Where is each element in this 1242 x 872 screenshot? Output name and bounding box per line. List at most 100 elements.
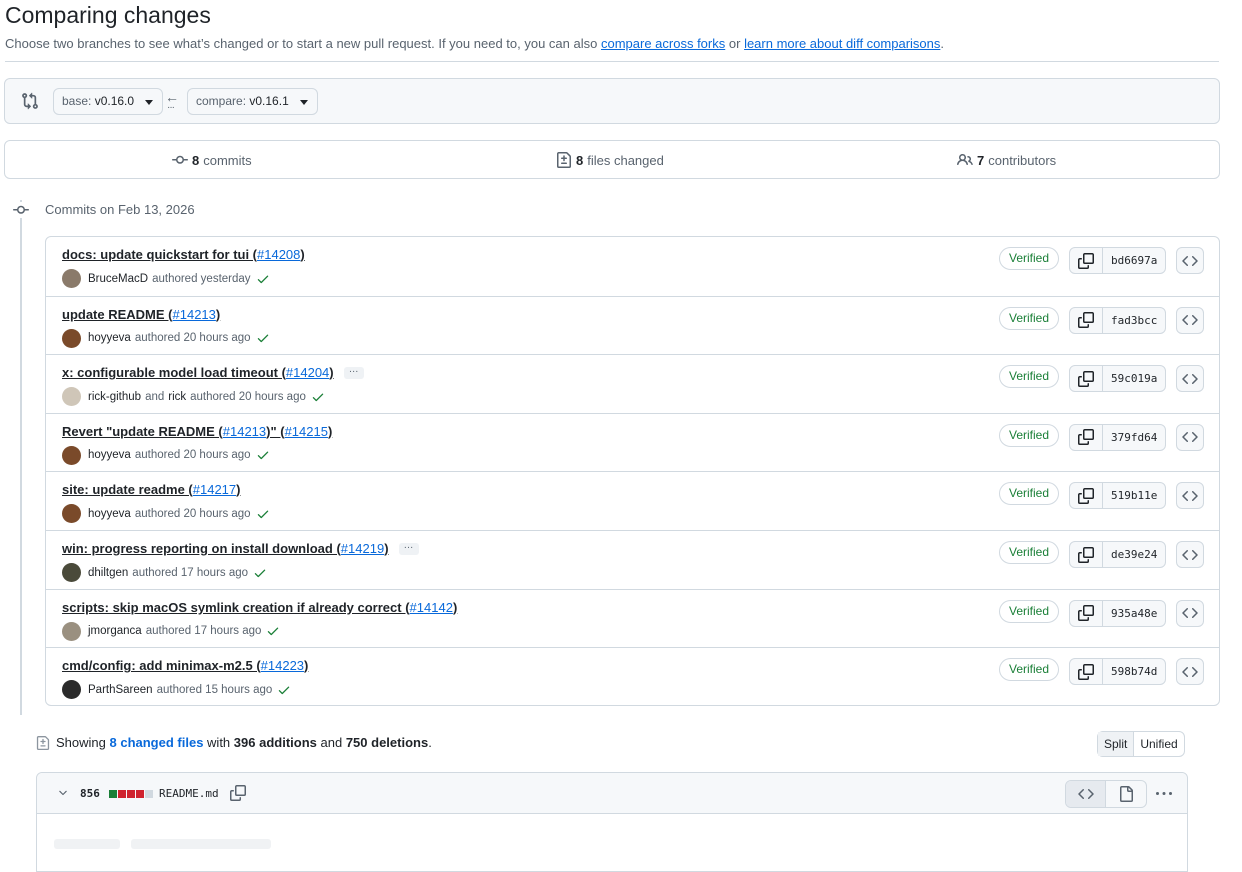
rich-view-button[interactable] <box>1106 781 1146 807</box>
copy-sha-button[interactable] <box>1070 542 1103 567</box>
expand-message-button[interactable]: … <box>398 540 419 555</box>
base-branch-select[interactable]: base: v0.16.0 <box>53 88 164 115</box>
pull-request-link[interactable]: #14215 <box>285 424 328 439</box>
copy-sha-button[interactable] <box>1070 424 1103 450</box>
avatar[interactable] <box>62 387 81 407</box>
verified-badge[interactable]: Verified <box>999 247 1060 270</box>
check-icon[interactable] <box>256 331 270 345</box>
base-label: base: <box>62 94 92 108</box>
verified-badge[interactable]: Verified <box>999 541 1060 564</box>
author-link[interactable]: hoyyeva <box>88 449 131 461</box>
unified-view-button[interactable]: Unified <box>1134 732 1183 756</box>
avatar[interactable] <box>62 680 81 700</box>
browse-repo-button[interactable] <box>1176 541 1204 568</box>
avatar[interactable] <box>62 328 81 348</box>
copy-sha-button[interactable] <box>1070 600 1103 626</box>
author-link[interactable]: rick-github <box>88 391 141 403</box>
avatar[interactable] <box>62 504 81 524</box>
commits-tab[interactable]: 8 commits <box>172 152 252 168</box>
copy-sha-button[interactable] <box>1070 659 1103 685</box>
commit-sha-group: 935a48e <box>1069 599 1167 627</box>
commit-sha-link[interactable]: 935a48e <box>1103 601 1165 626</box>
check-icon[interactable] <box>256 507 270 521</box>
browse-repo-button[interactable] <box>1176 423 1204 451</box>
chevron-down-icon[interactable] <box>57 787 69 799</box>
compare-summary: 8 commits 8 files changed 7 contributors <box>4 140 1220 179</box>
check-icon[interactable] <box>266 624 280 638</box>
commit-message-link[interactable]: scripts: skip macOS symlink creation if … <box>62 600 410 615</box>
author-link[interactable]: hoyyeva <box>88 508 131 520</box>
copy-sha-button[interactable] <box>1070 483 1103 509</box>
expand-message-button[interactable]: … <box>343 364 364 379</box>
pull-request-link[interactable]: #14217 <box>193 482 236 497</box>
verified-badge[interactable]: Verified <box>999 599 1060 623</box>
code-view-button[interactable] <box>1066 781 1106 807</box>
commit-row: scripts: skip macOS symlink creation if … <box>46 588 1219 647</box>
kebab-horizontal-icon[interactable] <box>1154 784 1174 804</box>
browse-repo-button[interactable] <box>1176 365 1204 393</box>
files-changed-tab[interactable]: 8 files changed <box>556 152 664 168</box>
browse-repo-button[interactable] <box>1176 247 1204 274</box>
browse-repo-button[interactable] <box>1176 482 1204 510</box>
commit-message-link[interactable]: site: update readme ( <box>62 482 193 497</box>
check-icon[interactable] <box>256 272 270 286</box>
author-link[interactable]: dhiltgen <box>88 567 128 579</box>
pull-request-link[interactable]: #14213 <box>173 307 216 322</box>
pull-request-link[interactable]: #14208 <box>257 247 300 262</box>
commit-sha-link[interactable]: 59c019a <box>1103 366 1165 391</box>
browse-repo-button[interactable] <box>1176 658 1204 686</box>
check-icon[interactable] <box>253 566 267 580</box>
copy-icon[interactable] <box>230 785 246 801</box>
verified-badge[interactable]: Verified <box>999 365 1060 389</box>
copy-sha-button[interactable] <box>1070 248 1103 273</box>
avatar[interactable] <box>62 563 81 582</box>
coauthor-link[interactable]: rick <box>168 391 186 403</box>
commit-sha-link[interactable]: 598b74d <box>1103 659 1165 684</box>
split-view-button[interactable]: Split <box>1098 732 1135 756</box>
file-diff-icon <box>36 735 50 750</box>
pull-request-link[interactable]: #14204 <box>286 365 329 380</box>
commit-message-link[interactable]: )" ( <box>266 424 284 439</box>
verified-badge[interactable]: Verified <box>999 306 1060 330</box>
browse-repo-button[interactable] <box>1176 599 1204 627</box>
browse-repo-button[interactable] <box>1176 306 1204 334</box>
compare-branch-select[interactable]: compare: v0.16.1 <box>187 88 318 115</box>
commit-message-link[interactable]: win: progress reporting on install downl… <box>62 541 341 556</box>
commit-icon <box>172 155 188 164</box>
author-link[interactable]: hoyyeva <box>88 332 131 344</box>
verified-badge[interactable]: Verified <box>999 423 1060 447</box>
commit-message-link[interactable]: docs: update quickstart for tui ( <box>62 247 257 262</box>
check-icon[interactable] <box>277 683 291 697</box>
commit-message-link[interactable]: update README ( <box>62 307 173 322</box>
commit-message-link[interactable]: Revert "update README ( <box>62 424 223 439</box>
pull-request-link[interactable]: #14142 <box>410 600 453 615</box>
avatar[interactable] <box>62 269 81 288</box>
copy-sha-button[interactable] <box>1070 366 1103 392</box>
commit-sha-link[interactable]: fad3bcc <box>1103 308 1165 333</box>
avatar[interactable] <box>62 621 81 641</box>
author-link[interactable]: jmorganca <box>88 625 142 637</box>
commit-sha-link[interactable]: 519b11e <box>1103 483 1165 508</box>
commit-message-link[interactable]: x: configurable model load timeout ( <box>62 365 286 380</box>
pull-request-link[interactable]: #14219 <box>341 541 384 556</box>
verified-badge[interactable]: Verified <box>999 482 1060 506</box>
page-title: Comparing changes <box>5 2 211 28</box>
check-icon[interactable] <box>256 448 270 462</box>
file-name[interactable]: README.md <box>159 787 219 800</box>
check-icon[interactable] <box>311 390 325 404</box>
commit-sha-link[interactable]: bd6697a <box>1103 248 1165 273</box>
changed-files-link[interactable]: 8 changed files <box>110 735 204 750</box>
pull-request-link[interactable]: #14223 <box>261 658 304 673</box>
author-link[interactable]: BruceMacD <box>88 273 148 285</box>
commit-message-link[interactable]: cmd/config: add minimax-m2.5 ( <box>62 658 261 673</box>
pull-request-link[interactable]: #14213 <box>223 424 266 439</box>
learn-more-link[interactable]: learn more about diff comparisons <box>744 36 940 51</box>
commit-sha-link[interactable]: 379fd64 <box>1103 425 1165 450</box>
avatar[interactable] <box>62 445 81 465</box>
contributors-tab[interactable]: 7 contributors <box>957 152 1056 168</box>
verified-badge[interactable]: Verified <box>999 658 1060 682</box>
author-link[interactable]: ParthSareen <box>88 684 153 696</box>
commit-sha-link[interactable]: de39e24 <box>1103 542 1165 567</box>
compare-forks-link[interactable]: compare across forks <box>601 36 725 51</box>
copy-sha-button[interactable] <box>1070 307 1103 333</box>
